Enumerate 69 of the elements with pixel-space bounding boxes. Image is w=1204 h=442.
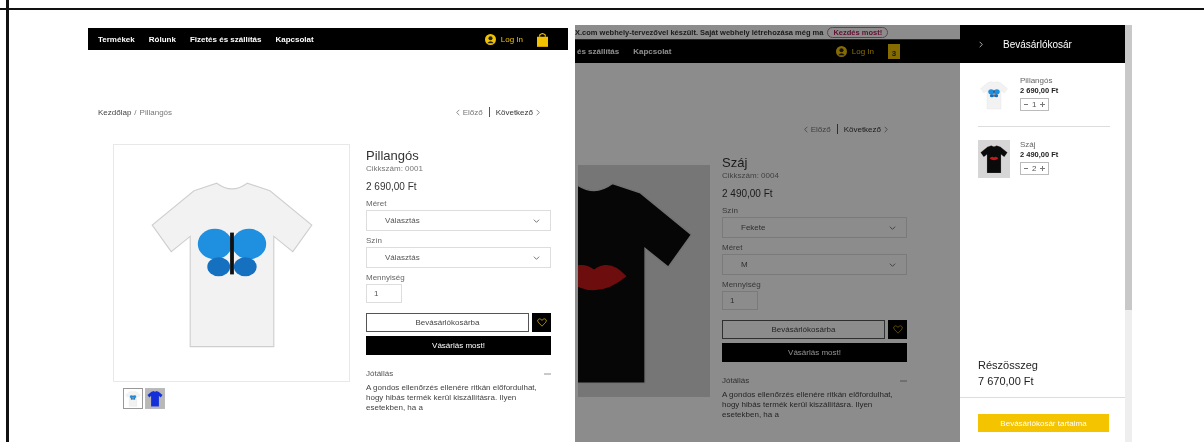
description-text: A gondos ellenőrzés ellenére ritkán előfordulhat, hogy hibás termék kerül kiszállításra. Ilyen esetekben, ha a <box>722 390 894 420</box>
product-price: 2 690,00 Ft <box>366 181 418 192</box>
tshirt-drawing <box>124 389 142 408</box>
chevron-left-icon <box>455 108 460 116</box>
breadcrumb-link[interactable]: Kezdőlap <box>98 107 132 117</box>
quantity-field[interactable]: 1 <box>366 284 402 303</box>
tshirt-drawing <box>146 389 164 408</box>
product-title: Száj <box>722 155 749 170</box>
next-link[interactable]: Következő <box>843 124 881 134</box>
wishlist-button[interactable] <box>532 313 551 332</box>
quantity-label: Mennyiség <box>366 273 406 282</box>
subtotal-label: Részösszeg <box>978 358 1039 371</box>
previous-link[interactable]: Előző <box>462 107 483 117</box>
plus-icon[interactable] <box>1040 102 1046 107</box>
sku-text: Cikkszám: 0004 <box>722 171 780 180</box>
add-to-cart-button[interactable]: Bevásárlókosárba <box>366 313 529 332</box>
chevron-right-icon <box>536 108 540 116</box>
thumbnail[interactable] <box>145 388 165 409</box>
tshirt-drawing <box>978 140 1010 178</box>
option-label: Szín <box>366 236 383 245</box>
option-label: Szín <box>722 206 739 215</box>
product-title: Pillangós <box>366 148 420 163</box>
sku-text: Cikkszám: 0001 <box>366 164 424 173</box>
nav-link[interactable]: Termékek <box>98 34 135 44</box>
nav-link[interactable]: Rólunk <box>148 34 176 44</box>
heart-icon <box>536 318 547 327</box>
chevron-left-icon <box>803 125 808 133</box>
caret-icon <box>889 262 896 267</box>
login-link[interactable]: Log In <box>851 47 874 56</box>
heart-icon <box>892 325 903 334</box>
user-icon[interactable] <box>484 33 496 45</box>
nav-link[interactable]: Fizetés és szállítás <box>189 34 262 44</box>
plus-icon[interactable] <box>1040 166 1046 171</box>
next-link[interactable]: Következő <box>495 107 533 117</box>
thumbnail[interactable] <box>123 388 143 409</box>
quantity-label: Mennyiség <box>722 280 762 289</box>
option-dropdown[interactable]: Fekete <box>722 217 907 238</box>
scrollbar[interactable] <box>1125 25 1132 442</box>
option-dropdown[interactable]: Választás <box>366 210 551 231</box>
nav-link[interactable]: Kapcsolat <box>633 47 672 56</box>
add-to-cart-button[interactable]: Bevásárlókosárba <box>722 320 885 339</box>
breadcrumb-separator: / <box>134 107 137 117</box>
product-price: 2 490,00 Ft <box>722 188 774 199</box>
description-text: A gondos ellenőrzés ellenére ritkán előfordulhat, hogy hibás termék kerül kiszállításra. Ilyen esetekben, ha a <box>366 383 538 413</box>
nav-link[interactable]: Kapcsolat <box>275 34 314 44</box>
quantity-stepper[interactable]: 2 <box>1020 162 1050 175</box>
cart-title: Bevásárlókosár <box>1003 38 1072 50</box>
option-label: Méret <box>366 199 388 208</box>
shopping-bag-icon[interactable] <box>537 31 548 47</box>
login-link[interactable]: Log In <box>500 34 523 44</box>
nav-link[interactable]: és szállítás <box>577 47 620 56</box>
chevron-right-icon[interactable] <box>979 40 983 48</box>
quantity-field[interactable]: 1 <box>722 291 758 310</box>
caret-icon <box>533 255 540 260</box>
item-name: Pillangós <box>1020 76 1054 85</box>
caret-icon <box>533 218 540 223</box>
section-title[interactable]: Jótállás <box>366 369 544 378</box>
caret-icon <box>889 225 896 230</box>
subtotal-amount: 7 670,00 Ft <box>978 374 1035 387</box>
item-name: Száj <box>1020 140 1037 149</box>
section-title[interactable]: Jótállás <box>722 376 900 385</box>
option-dropdown[interactable]: Választás <box>366 247 551 268</box>
quantity-stepper[interactable]: 1 <box>1020 98 1050 111</box>
buy-now-button[interactable]: Vásárlás most! <box>722 343 907 362</box>
breadcrumb-current: Pillangós <box>139 107 173 117</box>
option-dropdown[interactable]: M <box>722 254 907 275</box>
option-label: Méret <box>722 243 744 252</box>
buy-now-button[interactable]: Vásárlás most! <box>366 336 551 355</box>
chevron-right-icon <box>884 125 888 133</box>
